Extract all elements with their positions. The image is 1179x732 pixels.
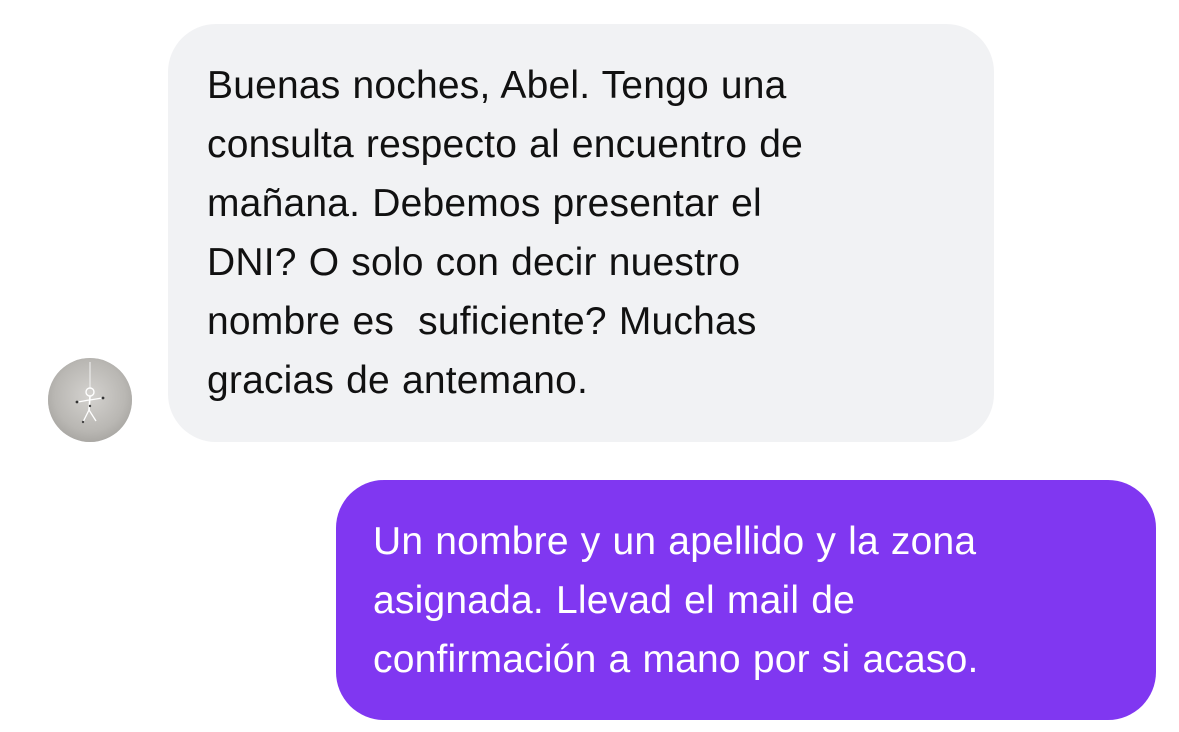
message-text-line: mañana. Debemos presentar el [207,182,762,225]
message-text-line: Buenas noches, Abel. Tengo una [207,64,787,107]
message-text-line: confirmación a mano por si acaso. [373,638,979,681]
contact-avatar[interactable] [48,358,132,442]
message-text-line: gracias de antemano. [207,359,589,402]
message-text-line: consulta respecto al encuentro de [207,123,803,166]
message-thread: Buenas noches, Abel. Tengo una consulta … [0,0,1179,732]
message-text-line: nombre es suficiente? Muchas [207,300,757,343]
message-text-line: Un nombre y un apellido y la zona [373,520,977,563]
incoming-message-bubble[interactable]: Buenas noches, Abel. Tengo una consulta … [168,24,994,442]
message-text-line: asignada. Llevad el mail de [373,579,856,622]
message-text-line: DNI? O solo con decir nuestro [207,241,741,284]
outgoing-message-bubble[interactable]: Un nombre y un apellido y la zona asigna… [336,480,1156,720]
avatar-photo-icon [48,358,132,442]
